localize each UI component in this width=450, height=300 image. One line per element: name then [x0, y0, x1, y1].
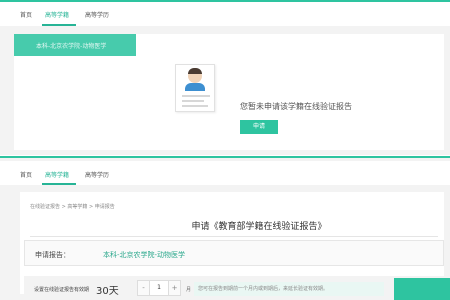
document-profile-icon: [175, 64, 215, 112]
breadcrumb[interactable]: 在线验证报告 > 高等学籍 > 申请报告: [30, 203, 115, 210]
no-report-message: 您暂未申请该学籍在线验证报告: [240, 102, 352, 111]
nav-higher-degree[interactable]: 高等学历: [85, 170, 109, 179]
validity-days: 30天: [96, 286, 119, 297]
nav-higher-enrollment[interactable]: 高等学籍: [45, 10, 69, 19]
submit-button[interactable]: [394, 278, 450, 300]
month-input[interactable]: 1: [150, 281, 168, 295]
page-title: 申请《教育部学籍在线验证报告》: [191, 222, 327, 232]
top-panel: 首页 高等学籍 高等学历 本科-北京农学院-动物医学 您暂未申请该学籍在线验证报…: [0, 0, 450, 155]
nav-home[interactable]: 首页: [20, 10, 32, 19]
month-stepper: - 1 +: [137, 280, 181, 296]
nav-higher-enrollment[interactable]: 高等学籍: [45, 170, 69, 179]
extend-hint: 您可在报告到期前一个月内或到期后，来延长验证有效期。: [194, 282, 384, 296]
validity-period-row: 设置在线验证报告有效期 30天 - 1 + 月 您可在报告到期前一个月内或到期后…: [24, 276, 450, 300]
month-unit: 月: [186, 287, 192, 293]
nav-higher-degree[interactable]: 高等学历: [85, 10, 109, 19]
report-value: 本科-北京农学院-动物医学: [103, 251, 186, 259]
report-info-box: 申请报告： 本科-北京农学院-动物医学: [24, 240, 444, 266]
bottom-navbar: 首页 高等学籍 高等学历: [0, 161, 450, 185]
nav-home[interactable]: 首页: [20, 170, 32, 179]
active-tab-underline: [42, 24, 76, 26]
apply-button[interactable]: 申请: [240, 120, 278, 134]
top-navbar: 首页 高等学籍 高等学历: [0, 0, 450, 26]
program-watermark: 本科-北京农学院-动物医学: [36, 43, 107, 50]
increment-button[interactable]: +: [168, 281, 180, 295]
report-status-card: 本科-北京农学院-动物医学: [14, 34, 444, 150]
title-divider: [30, 236, 438, 237]
decrement-button[interactable]: -: [138, 281, 150, 295]
validity-label: 设置在线验证报告有效期: [34, 287, 90, 293]
report-label: 申请报告：: [35, 251, 70, 259]
